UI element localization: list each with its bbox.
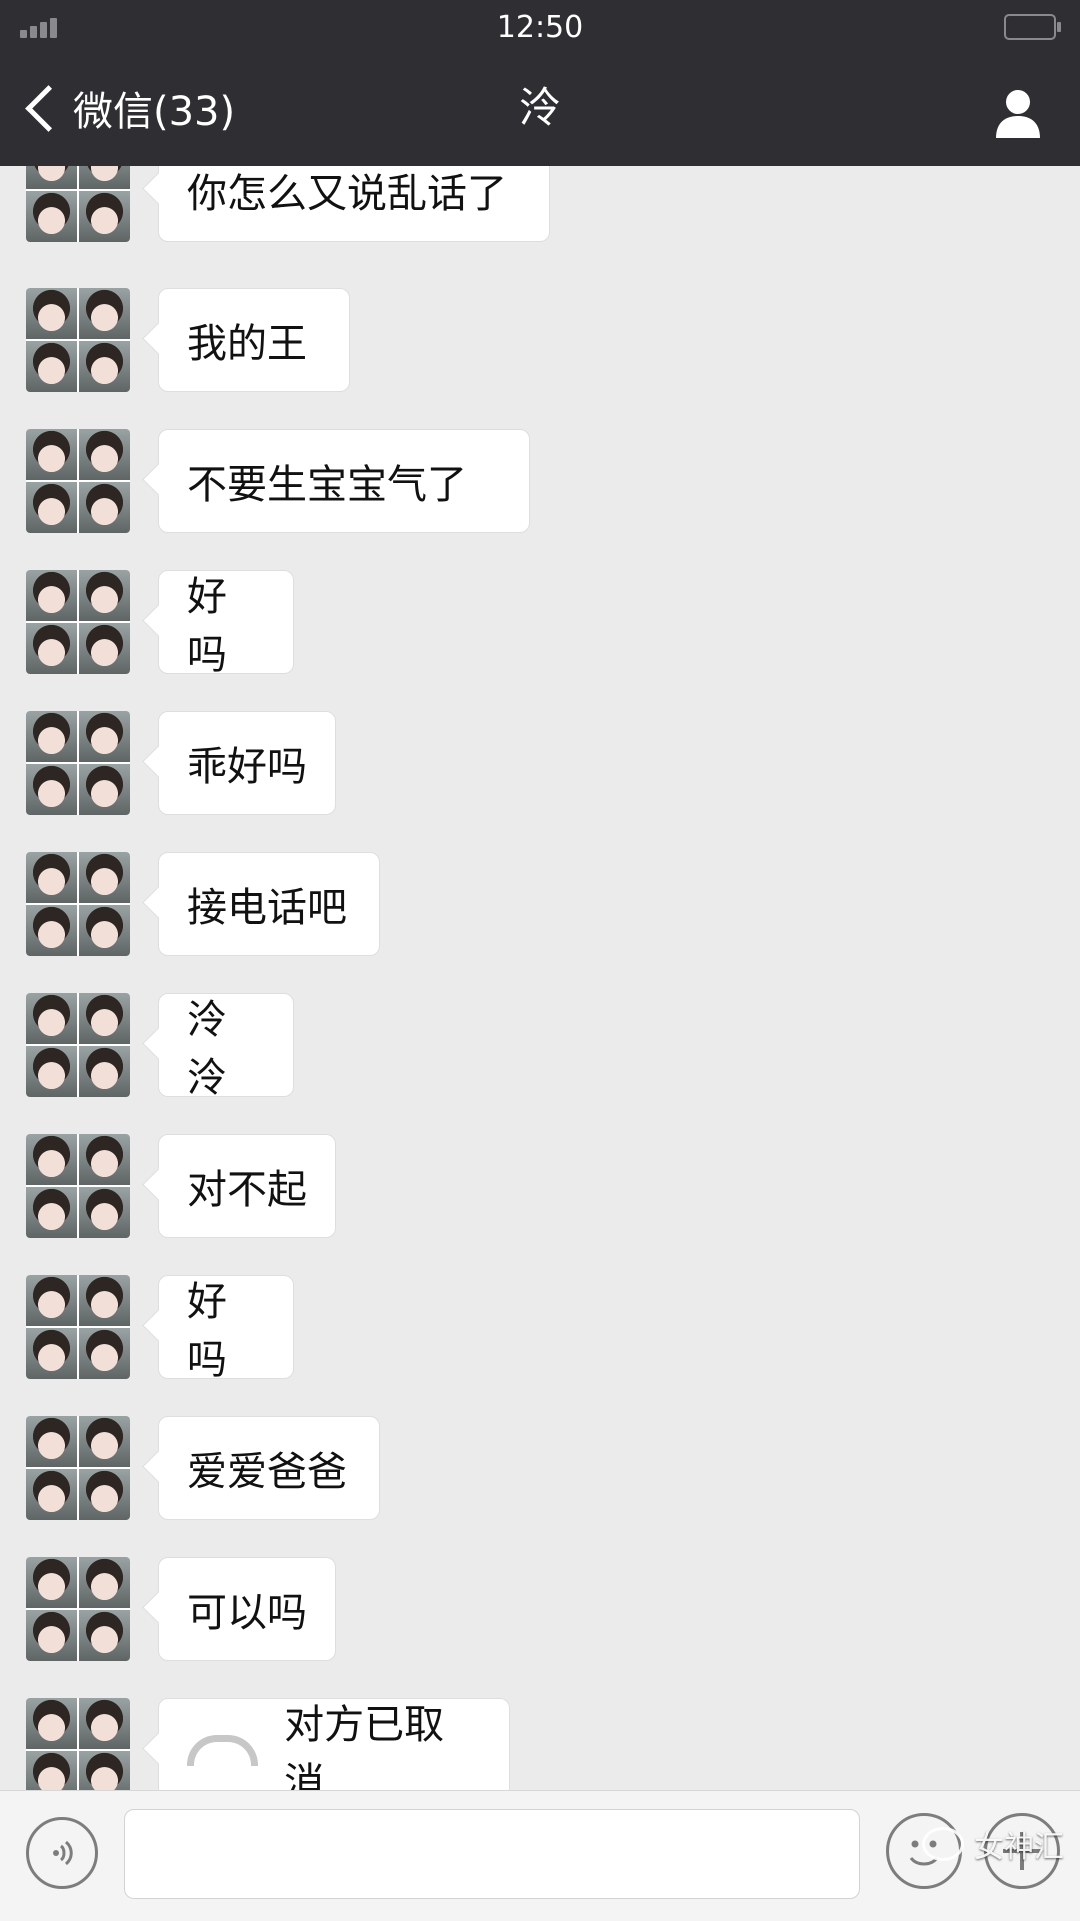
voice-icon: [53, 1840, 73, 1866]
voice-button[interactable]: [26, 1817, 98, 1889]
message-row: 好吗: [0, 570, 1080, 678]
chat-area[interactable]: 你怎么又说乱话了 我的王 不要生宝宝气了 好吗 乖好吗 接电话吧 泠泠 对不起 …: [0, 166, 1080, 1790]
watermark: 女神汇: [922, 1822, 1064, 1866]
message-bubble[interactable]: 对不起: [158, 1134, 336, 1238]
message-bubble[interactable]: 不要生宝宝气了: [158, 429, 530, 533]
avatar[interactable]: [26, 1134, 130, 1238]
message-text: 好吗: [187, 1279, 227, 1383]
message-row: 好吗: [0, 1275, 1080, 1383]
message-bubble[interactable]: 泠泠: [158, 993, 294, 1101]
message-row: 你怎么又说乱话了: [0, 166, 1080, 242]
message-row: 接电话吧: [0, 852, 1080, 956]
avatar[interactable]: [26, 1557, 130, 1661]
message-text: 接电话吧: [187, 885, 347, 931]
message-row: 泠泠: [0, 993, 1080, 1101]
message-bubble[interactable]: 好吗: [158, 1275, 294, 1383]
message-row: 不要生宝宝气了: [0, 429, 1080, 533]
message-bubble[interactable]: 我的王: [158, 288, 350, 392]
input-bar: [0, 1790, 1080, 1921]
avatar[interactable]: [26, 429, 130, 533]
message-text: 爱爱爸爸: [187, 1449, 347, 1495]
phone-call-icon: [187, 1734, 259, 1766]
avatar[interactable]: [26, 993, 130, 1097]
message-row: 爱爱爸爸: [0, 1416, 1080, 1520]
profile-button[interactable]: [990, 84, 1046, 140]
message-row: 我的王: [0, 288, 1080, 392]
avatar[interactable]: [26, 1416, 130, 1520]
message-text: 乖好吗: [187, 744, 307, 790]
call-cancelled-bubble[interactable]: 对方已取消: [158, 1698, 510, 1790]
message-text: 不要生宝宝气了: [187, 462, 467, 508]
avatar[interactable]: [26, 288, 130, 392]
message-input[interactable]: [124, 1809, 860, 1899]
status-time: 12:50: [496, 10, 584, 45]
message-text: 对方已取消: [284, 1702, 445, 1790]
user-icon: [996, 90, 1040, 138]
avatar[interactable]: [26, 1275, 130, 1379]
message-bubble[interactable]: 可以吗: [158, 1557, 336, 1661]
message-bubble[interactable]: 爱爱爸爸: [158, 1416, 380, 1520]
message-bubble[interactable]: 接电话吧: [158, 852, 380, 956]
message-text: 你怎么又说乱话了: [187, 171, 507, 217]
message-row: 对方已取消: [0, 1698, 1080, 1790]
message-text: 可以吗: [187, 1590, 307, 1636]
avatar[interactable]: [26, 852, 130, 956]
avatar[interactable]: [26, 570, 130, 674]
watermark-text: 女神汇: [974, 1830, 1064, 1865]
battery-icon: [1004, 14, 1061, 40]
avatar[interactable]: [26, 711, 130, 815]
avatar[interactable]: [26, 166, 130, 242]
message-row: 对不起: [0, 1134, 1080, 1238]
message-row: 乖好吗: [0, 711, 1080, 815]
message-bubble[interactable]: 你怎么又说乱话了: [158, 166, 550, 242]
message-row: 可以吗: [0, 1557, 1080, 1661]
chat-title: 泠: [518, 83, 561, 132]
message-text: 好吗: [187, 574, 227, 678]
avatar[interactable]: [26, 1698, 130, 1790]
message-bubble[interactable]: 乖好吗: [158, 711, 336, 815]
wechat-logo-icon: [922, 1827, 964, 1861]
message-text: 对不起: [187, 1167, 307, 1213]
message-text: 泠泠: [187, 997, 227, 1101]
message-bubble[interactable]: 好吗: [158, 570, 294, 678]
message-text: 我的王: [187, 321, 307, 367]
top-bar: 12:50 微信(33) 泠: [0, 0, 1080, 166]
